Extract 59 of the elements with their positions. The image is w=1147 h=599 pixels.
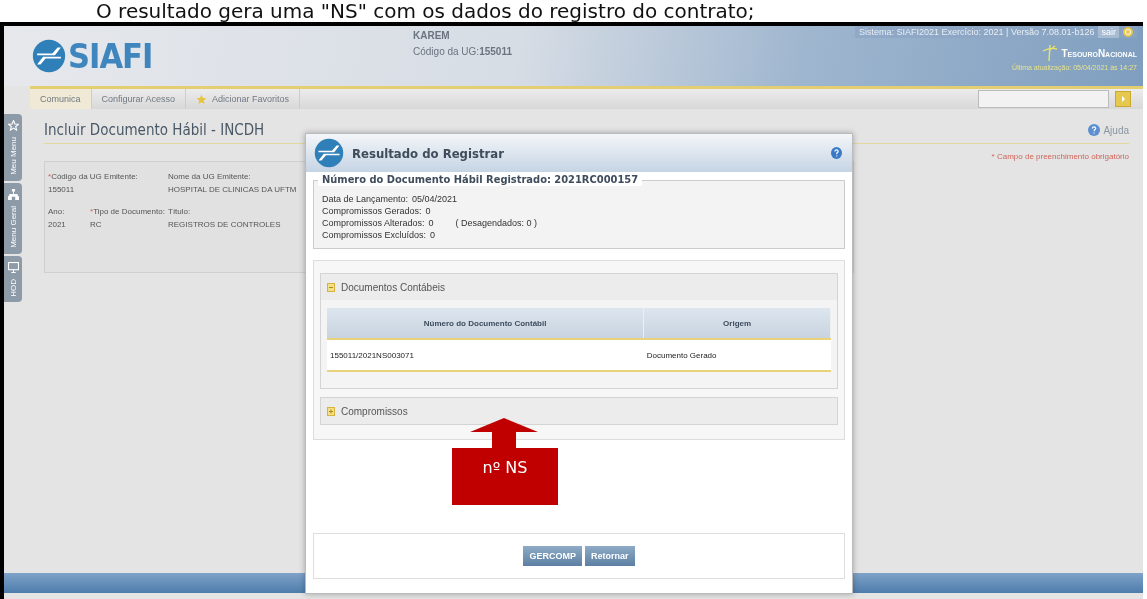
- field-label: Título:: [168, 207, 191, 217]
- field-value: RC: [90, 220, 102, 230]
- summary-label: Compromissos Alterados:: [322, 218, 425, 228]
- summary-label: Compromissos Excluídos:: [322, 230, 427, 240]
- table-cell: Documento Gerado: [643, 339, 831, 371]
- summary-label: Data de Lançamento:: [322, 194, 409, 204]
- side-tab[interactable]: HOD: [4, 255, 22, 303]
- search-field[interactable]: [978, 90, 1109, 108]
- summary-value: 05/04/2021: [412, 194, 458, 204]
- field-value: HOSPITAL DE CLINICAS DA UFTM: [168, 185, 297, 195]
- summary-value: 0: [428, 218, 434, 228]
- summary-value: 0: [425, 206, 431, 216]
- nav-tab[interactable]: Comunica: [30, 89, 92, 109]
- logo-text: SIAFI: [68, 36, 153, 76]
- collapse-icon[interactable]: [327, 282, 335, 292]
- system-info: Sistema: SIAFI2021 Exercício: 2021 | Versão 7.08.01-b126: [859, 27, 1095, 37]
- summary-value: 0: [430, 230, 436, 240]
- nav-tab[interactable]: Adicionar Favoritos: [186, 89, 301, 109]
- star-icon: [196, 93, 208, 105]
- field-value: REGISTROS DE CONTROLES: [168, 220, 281, 230]
- section-title[interactable]: Compromissos: [341, 405, 408, 417]
- go-button[interactable]: [1115, 91, 1131, 107]
- brand-text: TesouroNacional: [1061, 47, 1137, 59]
- monitor-icon: [7, 261, 19, 273]
- document-number: Número do Documento Hábil Registrado: 2021RC000157: [318, 173, 643, 186]
- section-title[interactable]: Documentos Contábeis: [341, 281, 445, 293]
- summary-note: ( Desagendados: 0 ): [455, 218, 538, 228]
- user-name: KAREM: [413, 30, 451, 41]
- field-value: 155011: [48, 185, 75, 195]
- field-value: 2021: [48, 220, 66, 230]
- field-label: Ano:: [48, 207, 65, 217]
- field-label: *Tipo de Documento:: [90, 207, 165, 217]
- caption-text: O resultado gera uma "NS" com os dados do registro do contrato;: [95, 0, 756, 22]
- ug-code: Código da UG:155011: [413, 46, 513, 57]
- action-button[interactable]: Retornar: [585, 546, 635, 566]
- summary-label: Compromissos Gerados:: [322, 206, 422, 216]
- power-icon[interactable]: [1123, 27, 1133, 37]
- table-cell: 155011/2021NS003071: [327, 339, 644, 371]
- star-icon: [7, 120, 19, 131]
- side-tab[interactable]: Menu Geral: [4, 182, 22, 254]
- sitemap-icon: [7, 188, 19, 200]
- action-button[interactable]: GERCOMP: [523, 546, 582, 566]
- logout-button[interactable]: sair: [1098, 26, 1119, 38]
- help-link[interactable]: Ajuda: [1103, 124, 1129, 136]
- logo-icon: [314, 138, 344, 168]
- expand-icon[interactable]: [327, 406, 335, 416]
- side-tab[interactable]: Meu Menu: [4, 114, 22, 181]
- logo-icon: [32, 39, 66, 73]
- field-label: *Código da UG Emitente:: [48, 172, 138, 182]
- page-title: Incluir Documento Hábil - INCDH: [44, 121, 265, 139]
- column-header: Número do Documento Contábil: [327, 308, 644, 339]
- callout-label: nº NS: [481, 458, 529, 477]
- dialog-title: Resultado do Registrar: [352, 145, 504, 161]
- help-icon[interactable]: [1088, 124, 1101, 136]
- required-note: * Campo de preenchimento obrigatório: [991, 152, 1129, 161]
- field-label: Nome da UG Emitente:: [168, 172, 251, 182]
- help-icon[interactable]: [831, 147, 842, 159]
- nav-tab[interactable]: Configurar Acesso: [91, 89, 187, 109]
- column-header: Origem: [643, 308, 831, 339]
